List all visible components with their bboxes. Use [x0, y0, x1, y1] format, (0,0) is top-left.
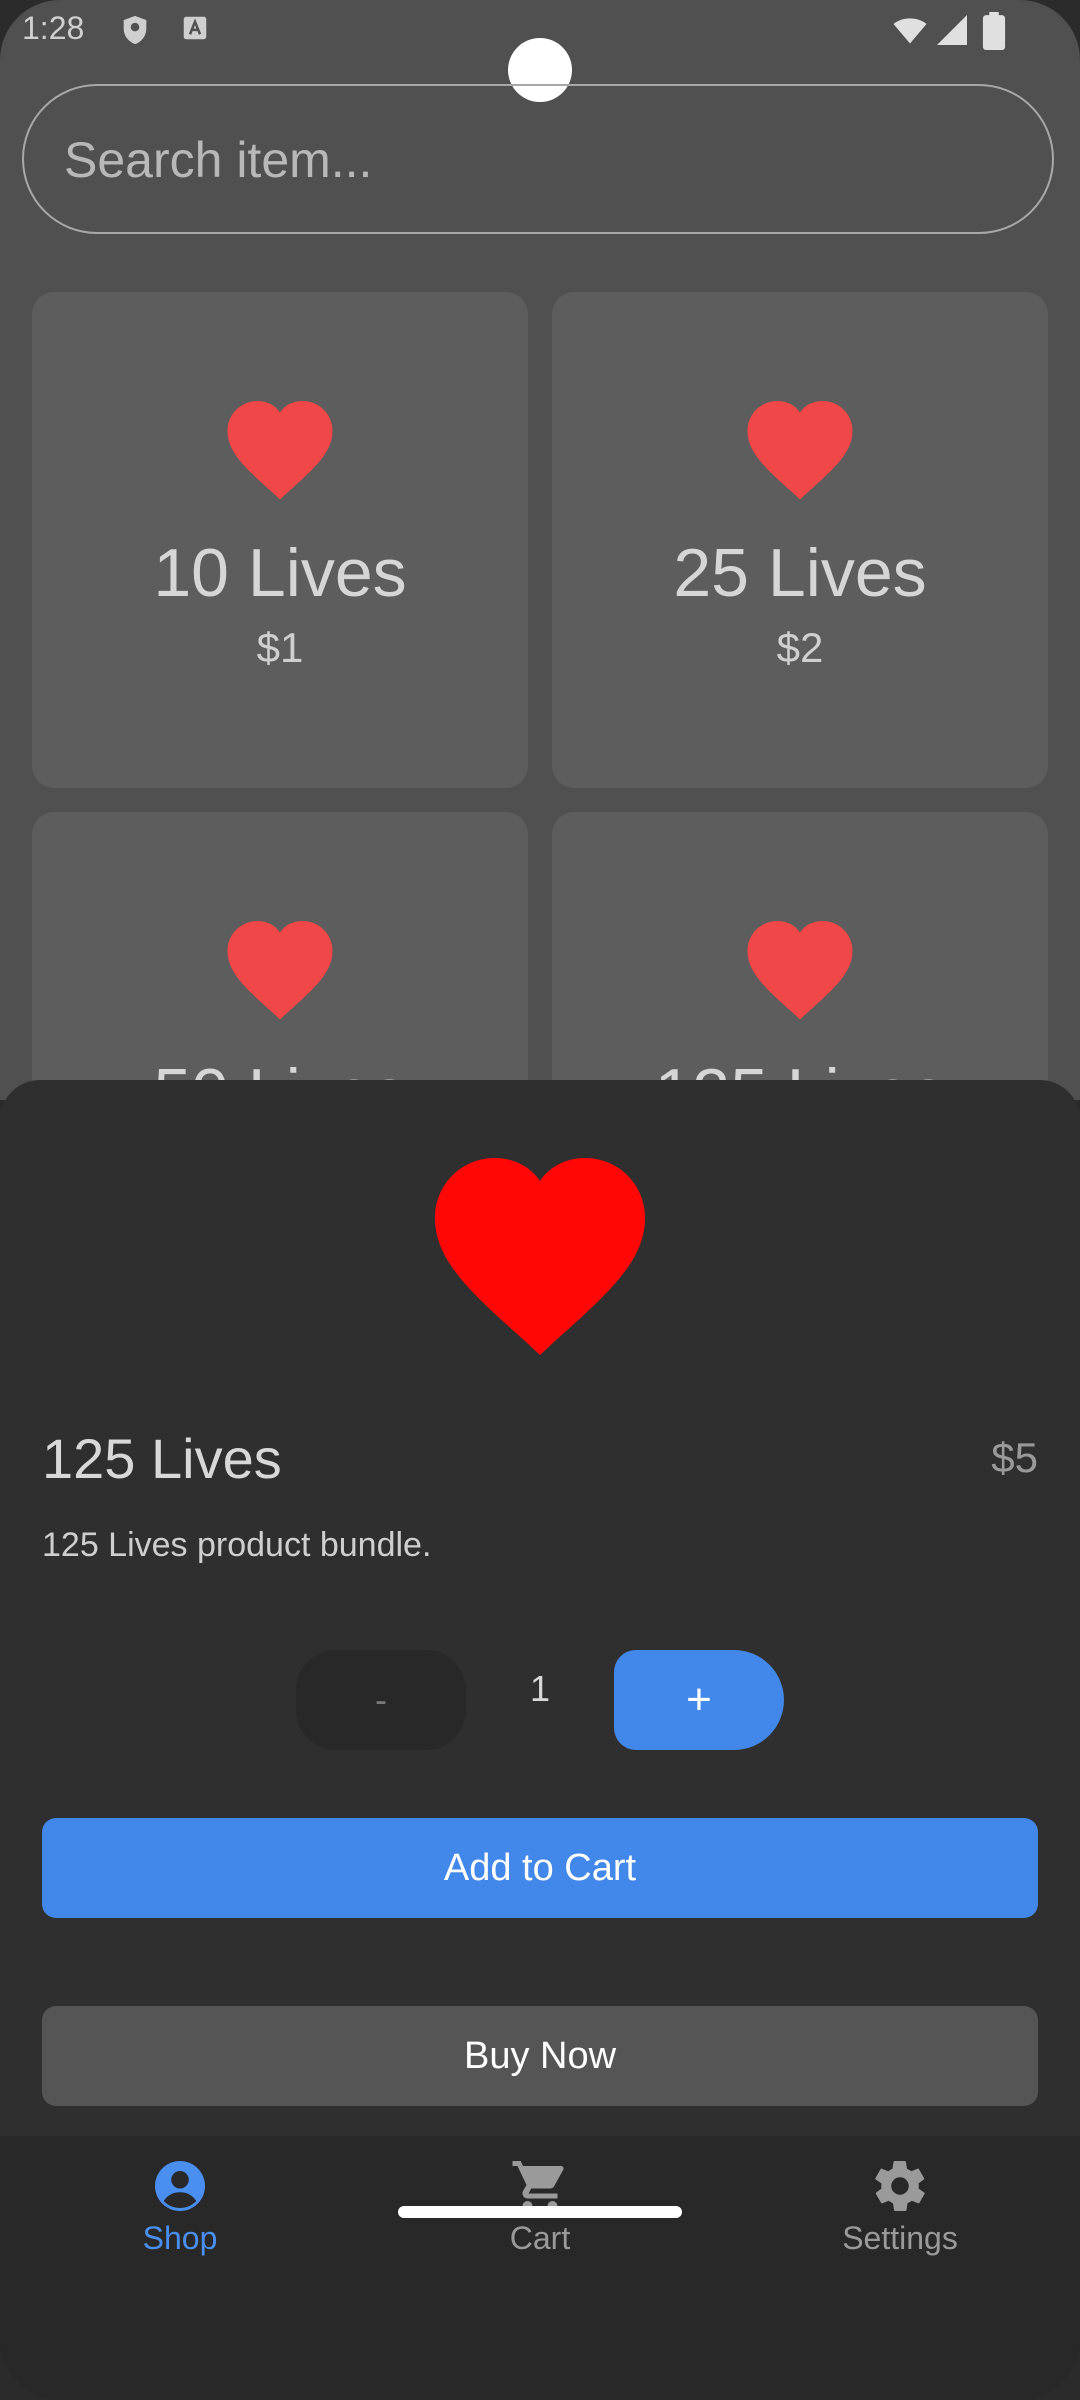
increase-quantity-button[interactable]: + [614, 1650, 784, 1750]
search-field[interactable] [22, 84, 1054, 234]
account-circle-icon [155, 2161, 205, 2211]
heart-icon [435, 1158, 645, 1355]
product-price: $1 [256, 624, 304, 671]
decrease-quantity-button[interactable]: - [296, 1650, 466, 1750]
product-detail-price: $5 [991, 1434, 1038, 1481]
product-card[interactable]: 10 Lives $1 [32, 292, 528, 788]
signal-icon [937, 15, 967, 45]
nav-item-cart[interactable]: Cart [430, 2156, 650, 2286]
heart-icon [227, 921, 333, 1020]
heart-icon [747, 921, 853, 1020]
product-name: 10 Lives [153, 535, 407, 611]
product-detail-sheet: 125 Lives $5 125 Lives product bundle. -… [0, 1080, 1080, 2140]
product-name: 25 Lives [673, 535, 927, 611]
heart-icon [227, 401, 333, 500]
search-input[interactable] [62, 86, 1006, 234]
quantity-value: 1 [529, 1668, 551, 1709]
bottom-navigation: Shop Cart Settings [0, 2136, 1080, 2400]
battery-icon [982, 12, 1006, 50]
app-screen: 1:28 10 Lives $1 25 Lives $2 50 Lives 12… [0, 0, 1080, 2400]
buy-now-button[interactable]: Buy Now [42, 2006, 1038, 2106]
wifi-icon [893, 18, 927, 44]
product-card[interactable]: 25 Lives $2 [552, 292, 1048, 788]
product-price: $2 [776, 624, 824, 671]
nav-label-shop: Shop [142, 2220, 218, 2256]
font-a-icon [183, 16, 207, 40]
nav-item-shop[interactable]: Shop [70, 2156, 290, 2286]
status-time: 1:28 [22, 10, 85, 46]
product-description: 125 Lives product bundle. [42, 1526, 432, 1564]
shield-icon [123, 15, 147, 45]
nav-label-cart: Cart [509, 2220, 571, 2256]
add-to-cart-button[interactable]: Add to Cart [42, 1818, 1038, 1918]
heart-icon [747, 401, 853, 500]
home-indicator[interactable] [398, 2206, 682, 2218]
product-title: 125 Lives [42, 1427, 282, 1490]
nav-label-settings: Settings [842, 2220, 958, 2256]
nav-item-settings[interactable]: Settings [790, 2156, 1010, 2286]
gear-icon [875, 2161, 925, 2211]
